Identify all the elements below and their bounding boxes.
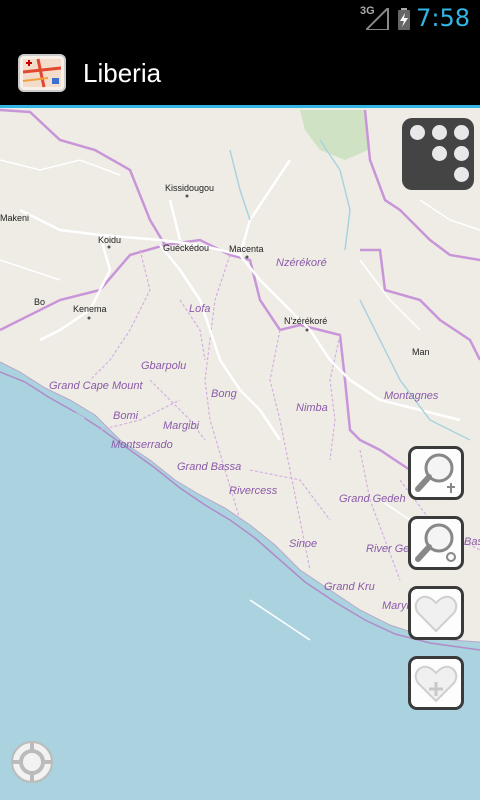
- region-label: Montagnes: [384, 390, 439, 402]
- dice-pip: [432, 125, 447, 140]
- region-label: Montserrado: [111, 439, 173, 451]
- region-label: Grand Kru: [324, 581, 375, 593]
- add-favorite-button[interactable]: [408, 656, 464, 710]
- city-label: Guéckédou: [163, 243, 210, 253]
- zoom-out-icon: [415, 453, 455, 493]
- region-label: Sinoe: [289, 538, 318, 550]
- region-label: Bong: [211, 388, 237, 400]
- region-label: Lofa: [189, 303, 211, 315]
- city-label: Kenema: [73, 304, 107, 314]
- dice-pip: [410, 125, 425, 140]
- signal-icon: [366, 8, 389, 30]
- region-label: Grand Cape Mount: [49, 380, 143, 392]
- city-label: Man: [412, 347, 430, 357]
- region-label: Bomi: [113, 410, 139, 422]
- dice-pip: [454, 146, 469, 161]
- forest-area: [300, 110, 368, 160]
- city-label: N'zérékoré: [284, 316, 328, 326]
- region-label: Bas: [464, 536, 480, 548]
- region-label: Gbarpolu: [141, 360, 187, 372]
- heart-icon: [414, 595, 458, 633]
- layers-button[interactable]: [402, 118, 474, 190]
- status-bar: 3G 7:58: [0, 0, 480, 38]
- city-label: Koidu: [98, 235, 122, 245]
- region-label: Nzérékoré: [276, 257, 327, 269]
- crosshair-icon[interactable]: [8, 738, 56, 786]
- region-label: Rivercess: [229, 485, 278, 497]
- zoom-in-button[interactable]: [408, 516, 464, 570]
- dice-pip: [432, 146, 447, 161]
- map-app-icon[interactable]: [18, 54, 66, 92]
- region-label: Grand Bassa: [177, 461, 242, 473]
- border-guinea-ci: [360, 248, 480, 361]
- region-label: Nimba: [296, 402, 328, 414]
- page-title: Liberia: [83, 58, 162, 88]
- favorites-button[interactable]: [408, 586, 464, 640]
- clock: 7:58: [416, 4, 470, 32]
- zoom-in-icon: [415, 523, 456, 562]
- ocean: [0, 362, 480, 800]
- city-label: Makeni: [0, 213, 30, 223]
- city-label: Kissidougou: [165, 183, 215, 193]
- city-label: Bo: [34, 297, 46, 307]
- border-north: [0, 108, 167, 246]
- region-label: Maryl: [382, 600, 409, 612]
- dice-pip: [454, 125, 469, 140]
- action-bar: Liberia: [0, 38, 480, 108]
- region-label: Grand Gedeh: [339, 493, 406, 505]
- region-label: River Ge: [366, 543, 410, 555]
- battery-charging-icon: [398, 8, 410, 30]
- city-label: Macenta: [229, 244, 264, 254]
- region-label: Margibi: [163, 420, 200, 432]
- dice-pip: [454, 167, 469, 182]
- heart-add-icon: [414, 665, 458, 703]
- zoom-out-button[interactable]: [408, 446, 464, 500]
